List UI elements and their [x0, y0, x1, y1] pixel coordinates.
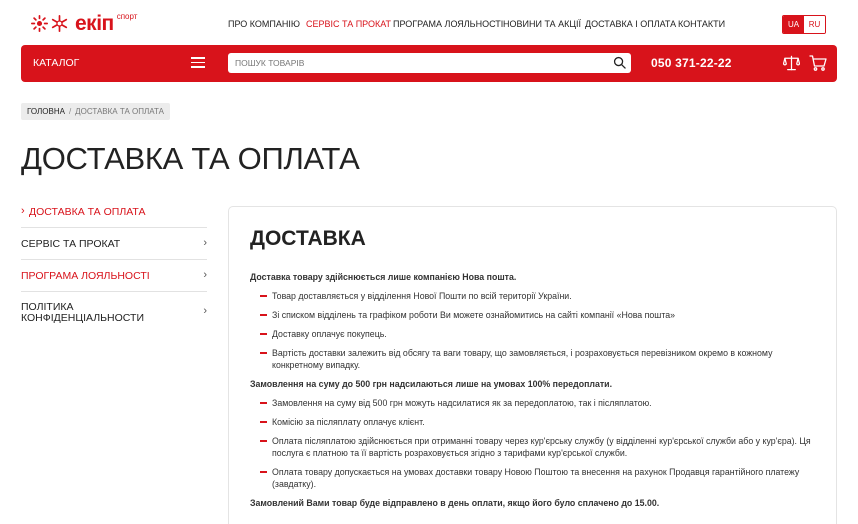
nav-service-rental[interactable]: СЕРВІС ТА ПРОКАТ [306, 19, 391, 29]
language-switcher: UA RU [782, 15, 826, 34]
list-item-text: Доставку оплачує покупець. [272, 329, 387, 339]
brand-name: екіп [75, 12, 114, 35]
list-item: Замовлення на суму від 500 грн можуть на… [250, 397, 820, 409]
lead-paragraph: Замовлення на суму до 500 грн надсилають… [250, 379, 613, 389]
bullet-list: Товар доставляється у відділення Нової П… [250, 290, 820, 371]
list-item-text: Зі списком відділень та графіком роботи … [272, 310, 676, 320]
sidebar-item-label: ПОЛІТИКА КОНФІДЕНЦІАЛЬНОСТИ [21, 301, 144, 324]
logo[interactable]: екіп спорт [31, 12, 138, 35]
section-content: Доставка товару здійснюється лише компан… [250, 271, 820, 516]
list-item-text: Оплата товару допускається на умовах дос… [272, 467, 800, 489]
dash-bullet-icon [260, 333, 267, 335]
list-item: Вартість доставки залежить від обсягу та… [250, 347, 820, 371]
lead-paragraph: Доставка товару здійснюється лише компан… [250, 272, 517, 282]
compare-scale-icon[interactable] [783, 55, 800, 71]
dash-bullet-icon [260, 295, 267, 297]
lang-ua-button[interactable]: UA [783, 16, 804, 33]
lang-ru-button[interactable]: RU [804, 16, 825, 33]
list-item: Комісію за післяплату оплачує клієнт. [250, 416, 820, 428]
nav-news[interactable]: НОВИНИ ТА АКЦІЇ [503, 19, 581, 29]
list-item: Оплата товару допускається на умовах дос… [250, 466, 820, 490]
dash-bullet-icon [260, 440, 267, 442]
main-bar: КАТАЛОГ 050 371-22-22 [21, 45, 837, 82]
list-item: Доставку оплачує покупець. [250, 328, 820, 340]
snowflake-logo-icon [51, 15, 68, 32]
dash-bullet-icon [260, 352, 267, 354]
list-item-text: Замовлення на суму від 500 грн можуть на… [272, 398, 652, 408]
active-marker-icon: › [21, 205, 25, 217]
cart-icon[interactable] [809, 55, 827, 71]
content-card: ДОСТАВКА Доставка товару здійснюється ли… [228, 206, 837, 524]
list-item-text: Оплата післяплатою здійснюється при отри… [272, 436, 811, 458]
top-bar: екіп спорт ПРО КОМПАНІЮ СЕРВІС ТА ПРОКАТ… [0, 0, 858, 46]
catalog-button[interactable]: КАТАЛОГ [33, 57, 79, 69]
sidebar-item-label: ДОСТАВКА ТА ОПЛАТА [29, 206, 146, 218]
sidebar-item-service[interactable]: СЕРВІС ТА ПРОКАТ › [21, 228, 207, 260]
sidebar-item-label: ПРОГРАМА ЛОЯЛЬНОСТІ [21, 270, 150, 282]
nav-delivery[interactable]: ДОСТАВКА І ОПЛАТА [585, 19, 676, 29]
bullet-list: Замовлення на суму від 500 грн можуть на… [250, 397, 820, 490]
breadcrumb: ГОЛОВНА / ДОСТАВКА ТА ОПЛАТА [21, 103, 170, 120]
sidebar: › ДОСТАВКА ТА ОПЛАТА СЕРВІС ТА ПРОКАТ › … [21, 196, 207, 336]
phone-number[interactable]: 050 371-22-22 [651, 56, 732, 70]
list-item: Товар доставляється у відділення Нової П… [250, 290, 820, 302]
search-icon[interactable] [613, 56, 626, 69]
lead-paragraph: Замовлений Вами товар буде відправлено в… [250, 498, 660, 508]
dash-bullet-icon [260, 402, 267, 404]
list-item: Зі списком відділень та графіком роботи … [250, 309, 820, 321]
nav-loyalty[interactable]: ПРОГРАМА ЛОЯЛЬНОСТІ [393, 19, 503, 29]
sidebar-item-delivery[interactable]: › ДОСТАВКА ТА ОПЛАТА [21, 196, 207, 228]
breadcrumb-home[interactable]: ГОЛОВНА [27, 107, 65, 116]
dash-bullet-icon [260, 421, 267, 423]
nav-contacts[interactable]: КОНТАКТИ [678, 19, 725, 29]
page-title: ДОСТАВКА ТА ОПЛАТА [21, 141, 360, 176]
sidebar-item-label: СЕРВІС ТА ПРОКАТ [21, 238, 121, 250]
sun-logo-icon [31, 15, 48, 32]
search-input[interactable] [228, 53, 631, 73]
brand-subtitle: спорт [116, 12, 138, 21]
nav-about[interactable]: ПРО КОМПАНІЮ [228, 19, 300, 29]
list-item-text: Комісію за післяплату оплачує клієнт. [272, 417, 425, 427]
sidebar-item-privacy[interactable]: ПОЛІТИКА КОНФІДЕНЦІАЛЬНОСТИ › [21, 292, 207, 336]
list-item-text: Вартість доставки залежить від обсягу та… [272, 348, 773, 370]
chevron-right-icon: › [203, 305, 207, 317]
breadcrumb-separator: / [68, 107, 72, 116]
chevron-right-icon: › [203, 269, 207, 281]
chevron-right-icon: › [203, 237, 207, 249]
list-item: Оплата післяплатою здійснюється при отри… [250, 435, 820, 459]
list-item-text: Товар доставляється у відділення Нової П… [272, 291, 572, 301]
section-title: ДОСТАВКА [250, 227, 366, 250]
dash-bullet-icon [260, 471, 267, 473]
sidebar-item-loyalty[interactable]: ПРОГРАМА ЛОЯЛЬНОСТІ › [21, 260, 207, 292]
dash-bullet-icon [260, 314, 267, 316]
menu-icon[interactable] [191, 57, 205, 68]
breadcrumb-current: ДОСТАВКА ТА ОПЛАТА [75, 107, 164, 116]
